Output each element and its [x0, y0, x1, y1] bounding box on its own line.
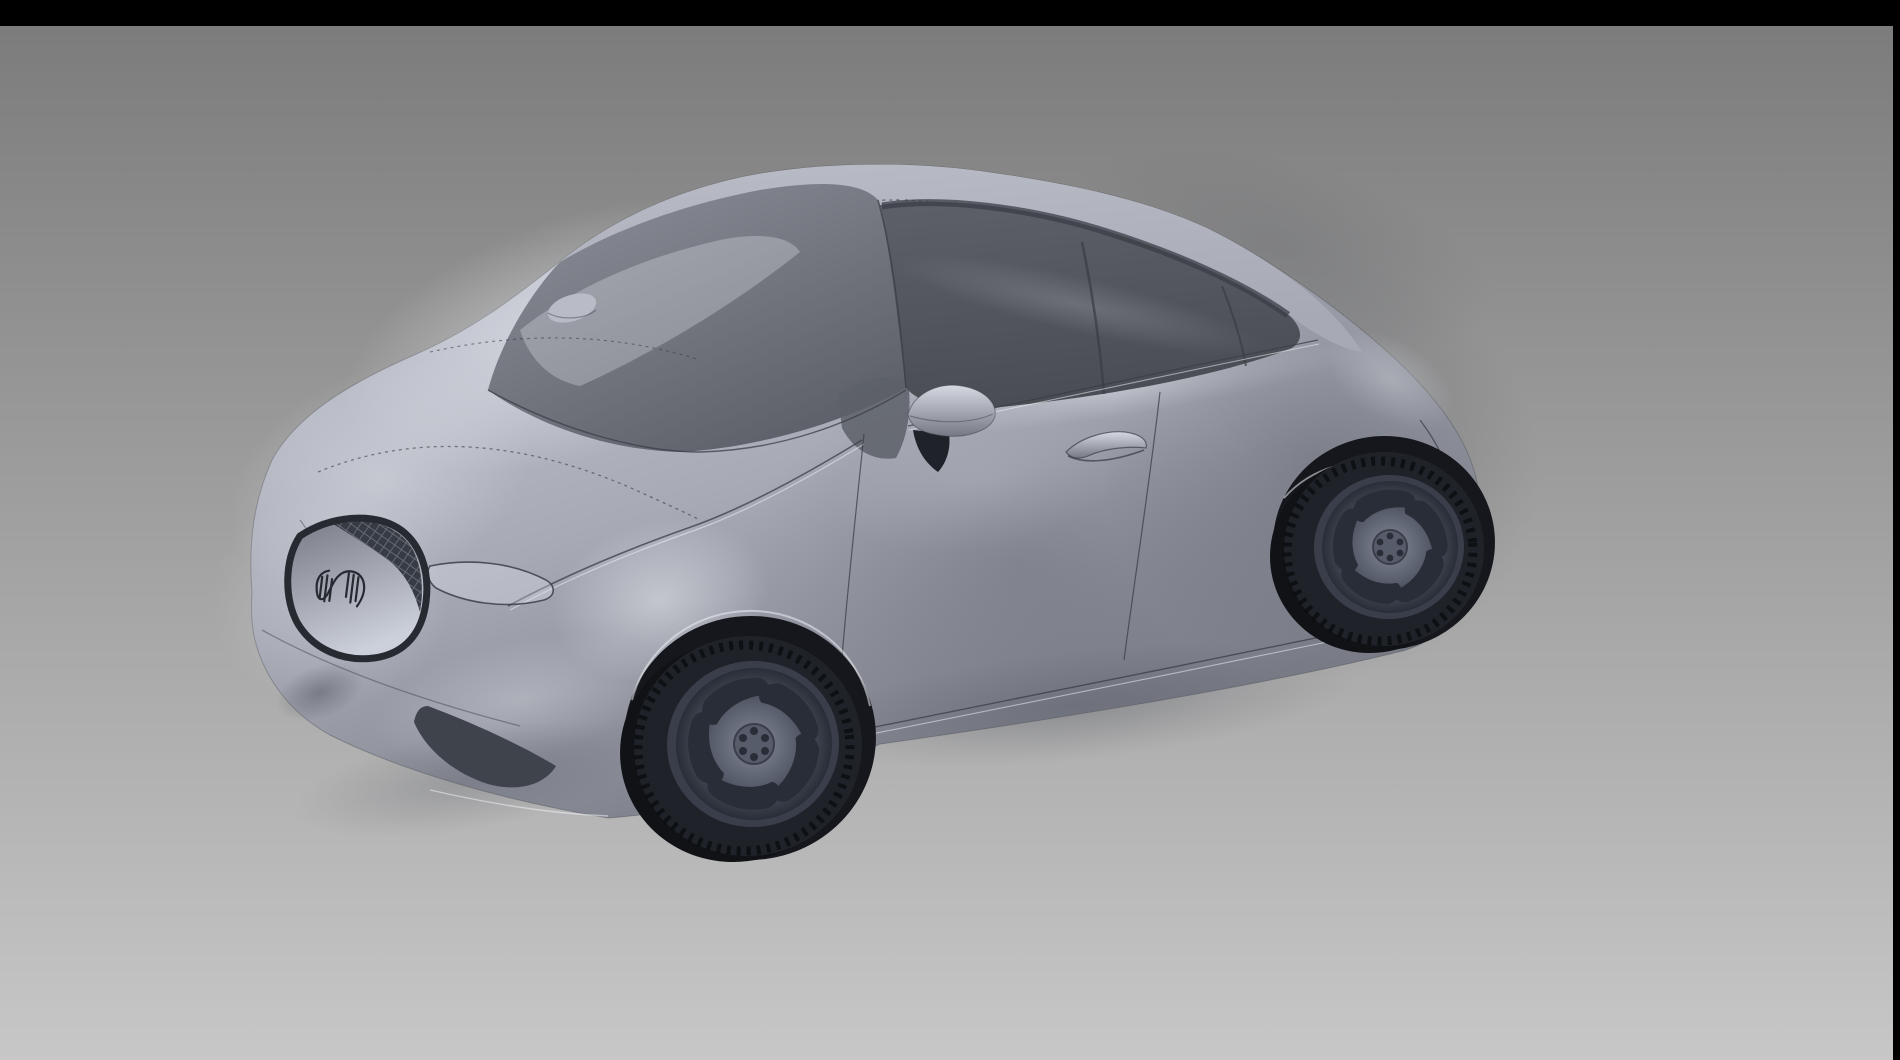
front-grille	[288, 518, 427, 659]
letterbox-right-bar	[1893, 0, 1900, 1060]
car-model[interactable]	[189, 106, 1540, 875]
letterbox-top-bar	[0, 0, 1900, 26]
viewport-canvas[interactable]	[0, 26, 1893, 1060]
3d-viewport[interactable]	[0, 26, 1893, 1060]
application-window	[0, 0, 1900, 1060]
